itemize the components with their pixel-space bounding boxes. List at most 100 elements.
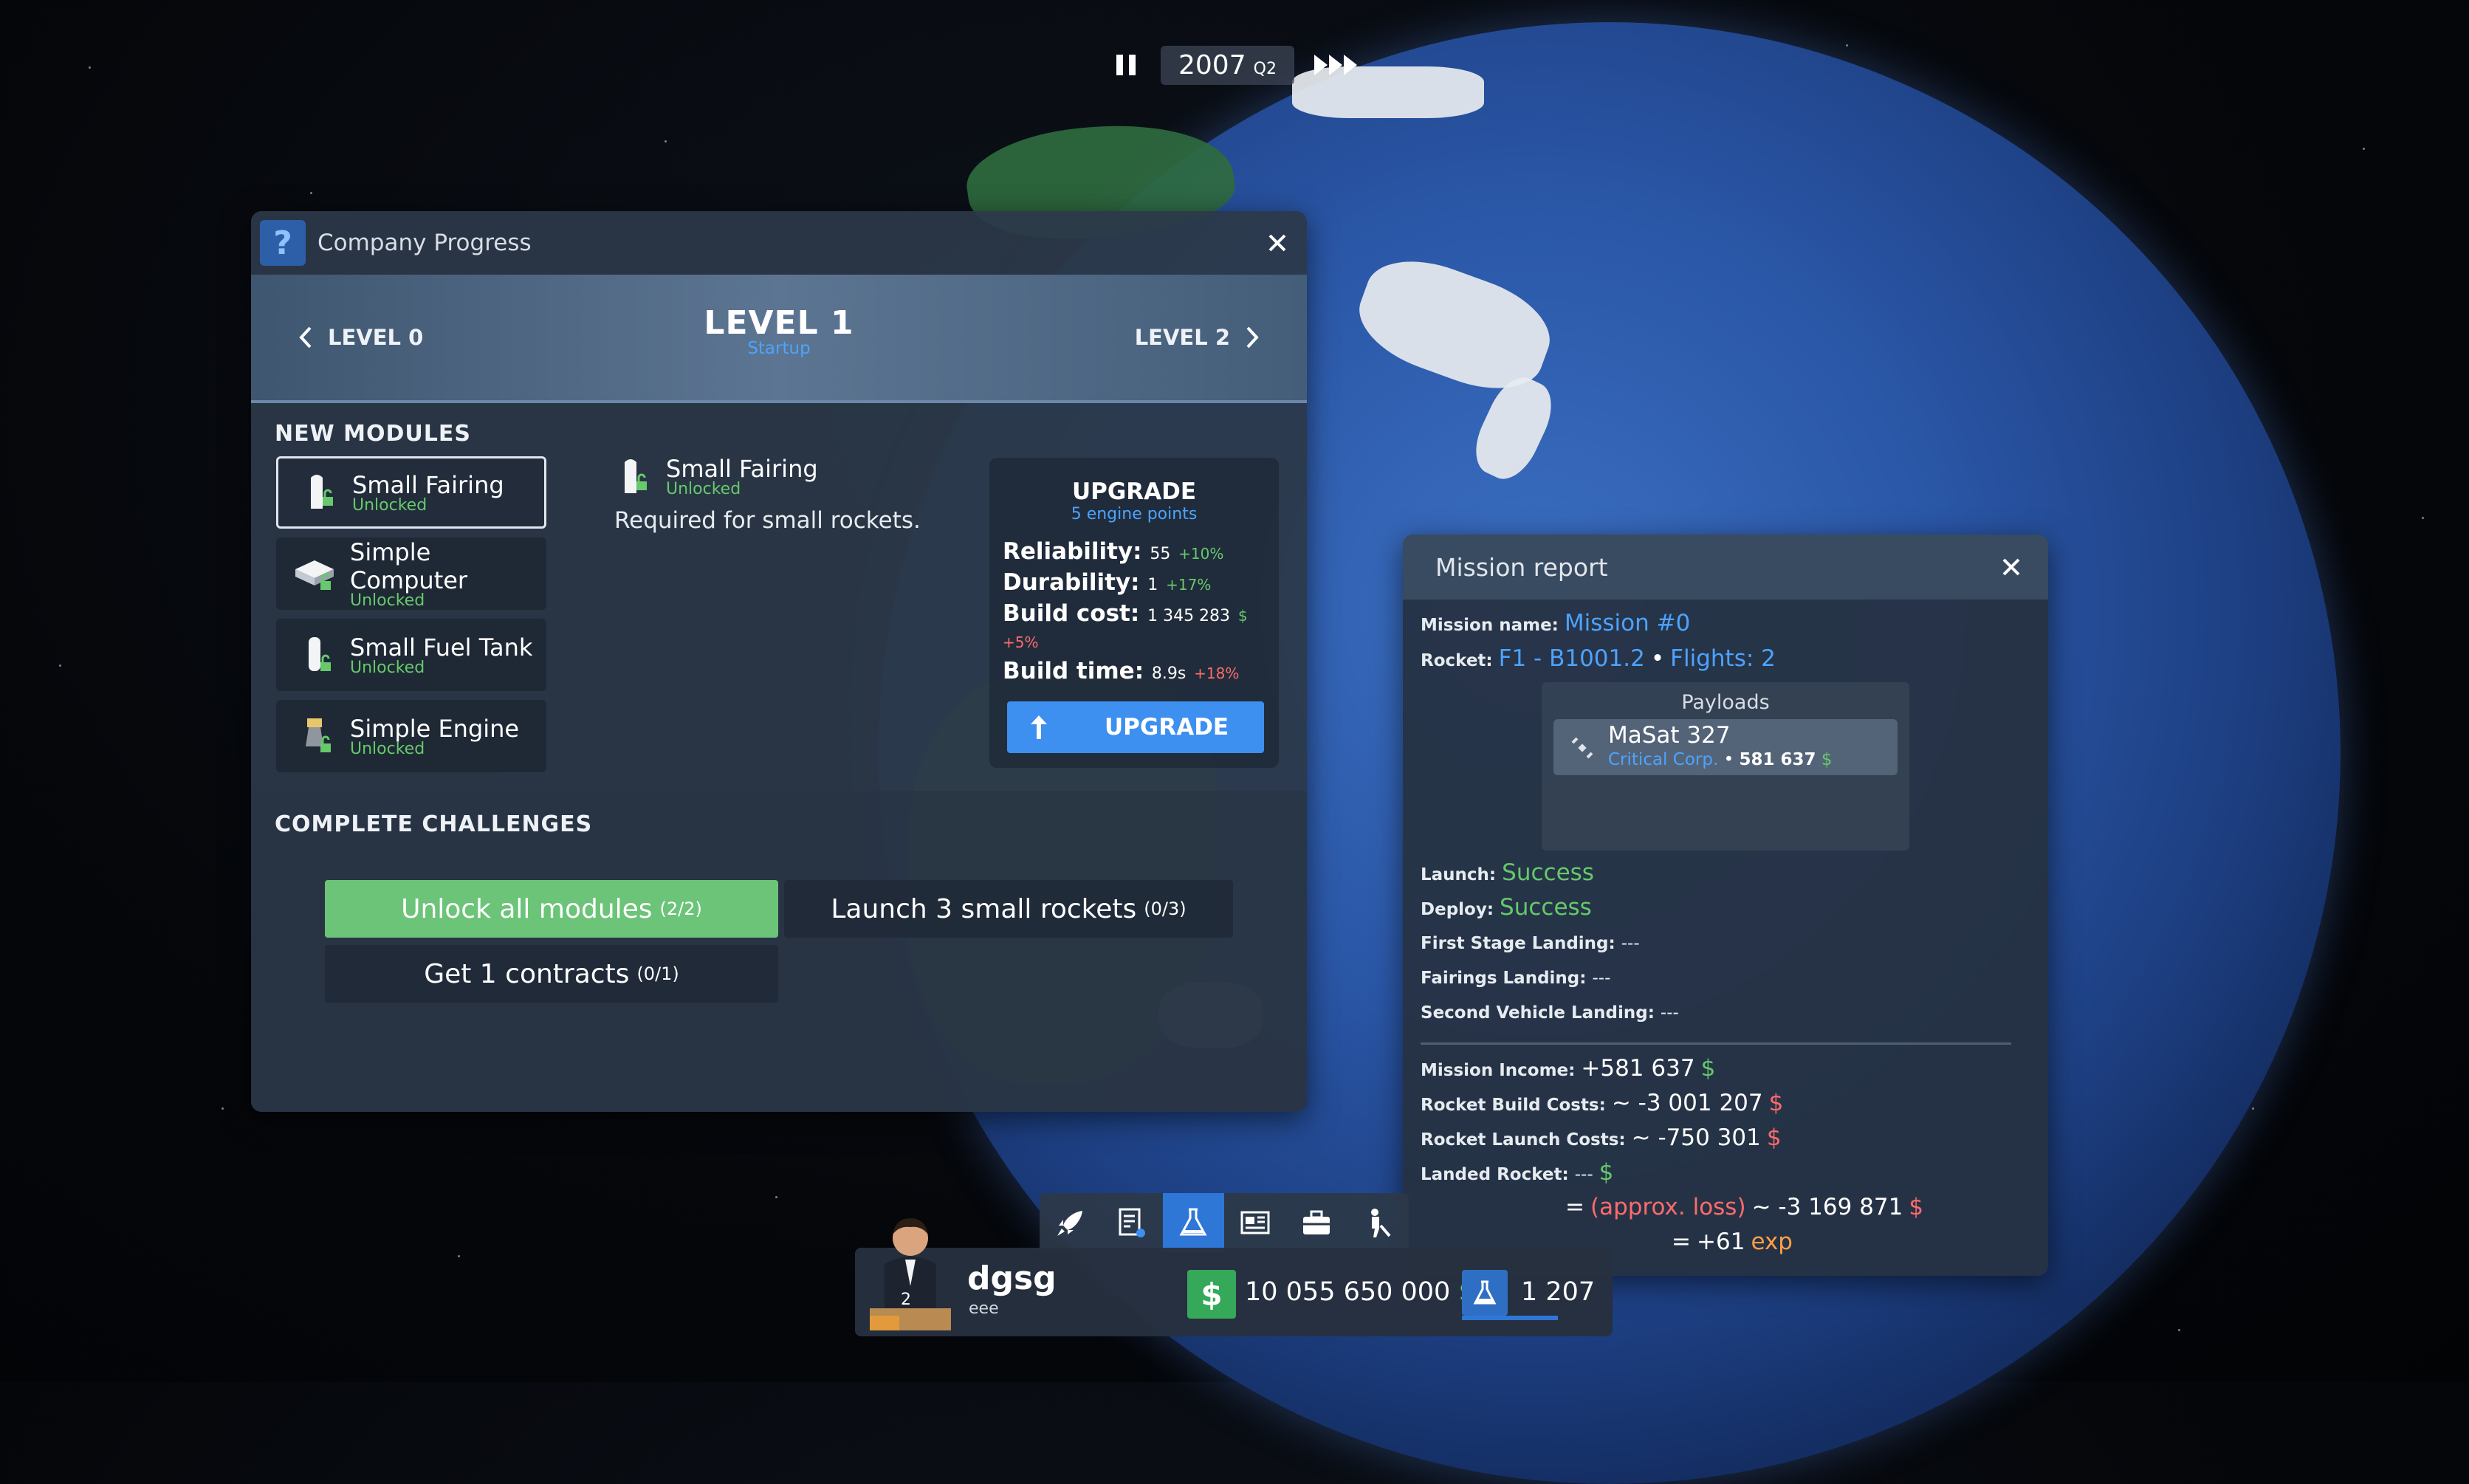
build-time-value: 8.9s bbox=[1151, 664, 1187, 683]
build-cost-currency: $ bbox=[1237, 607, 1248, 625]
year-label: 2007 bbox=[1178, 49, 1246, 80]
rocket-value: F1 - B1001.2 bbox=[1498, 645, 1645, 672]
challenge-label: Launch 3 small rockets bbox=[831, 893, 1137, 924]
quarter-label: Q2 bbox=[1253, 59, 1277, 78]
detail-name: Small Fairing bbox=[666, 455, 818, 483]
rocket-row: Rocket: F1 - B1001.2 • Flights: 2 bbox=[1421, 645, 1776, 672]
flights-value: Flights: 2 bbox=[1670, 645, 1776, 672]
new-modules-title: NEW MODULES bbox=[275, 421, 471, 447]
landed-currency: $ bbox=[1599, 1159, 1614, 1186]
durability-value: 1 bbox=[1147, 576, 1158, 594]
fuel-tank-icon bbox=[292, 633, 337, 677]
loss-row: = (approx. loss) ~ -3 169 871 $ bbox=[1565, 1194, 1923, 1220]
money-icon: $ bbox=[1187, 1270, 1236, 1319]
fairings-row: Fairings Landing: --- bbox=[1421, 969, 1610, 988]
close-button[interactable] bbox=[1996, 552, 2026, 582]
mission-name-value: Mission #0 bbox=[1564, 610, 1691, 636]
loss-label: (approx. loss) bbox=[1590, 1194, 1746, 1220]
payload-item[interactable]: MaSat 327 Critical Corp. • 581 637 $ bbox=[1553, 719, 1898, 775]
flask-icon bbox=[1179, 1208, 1207, 1236]
upgrade-button[interactable]: UPGRADE bbox=[1007, 701, 1264, 753]
module-name: Simple Engine bbox=[350, 714, 520, 743]
payloads-title: Payloads bbox=[1681, 691, 1770, 714]
fast-forward-button[interactable] bbox=[1311, 47, 1362, 83]
player-avatar[interactable]: 2 bbox=[862, 1198, 958, 1330]
deploy-row: Deploy: Success bbox=[1421, 894, 1592, 921]
briefcase-icon bbox=[1302, 1210, 1330, 1234]
challenges-title: COMPLETE CHALLENGES bbox=[275, 811, 593, 837]
close-icon bbox=[2002, 558, 2020, 576]
rocket-tool-button[interactable] bbox=[1040, 1193, 1101, 1252]
build-cost-row: Build cost: 1 345 283 $ +5% bbox=[1003, 600, 1279, 653]
deploy-label: Deploy: bbox=[1421, 900, 1494, 919]
next-level-button[interactable]: LEVEL 2 bbox=[1135, 275, 1260, 400]
launch-costs-value: ~ -750 301 bbox=[1631, 1124, 1761, 1151]
build-costs-value: ~ -3 001 207 bbox=[1611, 1090, 1763, 1116]
close-icon bbox=[1268, 234, 1286, 252]
computer-icon bbox=[292, 552, 337, 596]
launch-row: Launch: Success bbox=[1421, 859, 1594, 886]
engine-icon bbox=[292, 714, 337, 758]
challenge-launch-rockets: Launch 3 small rockets (0/3) bbox=[784, 880, 1233, 938]
next-level-label: LEVEL 2 bbox=[1134, 325, 1230, 350]
contract-edit-icon bbox=[1119, 1208, 1145, 1237]
launch-costs-currency: $ bbox=[1766, 1124, 1782, 1151]
money-display: 10 055 650 000 $ bbox=[1245, 1277, 1475, 1307]
module-item-small-fairing[interactable]: Small Fairing Unlocked bbox=[276, 456, 546, 529]
challenge-label: Unlock all modules bbox=[401, 893, 653, 924]
payload-info: Critical Corp. • 581 637 $ bbox=[1608, 750, 1833, 769]
loss-currency: $ bbox=[1909, 1194, 1924, 1220]
fairings-label: Fairings Landing: bbox=[1421, 969, 1587, 988]
level-bar: LEVEL 0 LEVEL 1 Startup LEVEL 2 bbox=[251, 275, 1307, 403]
newspaper-icon bbox=[1240, 1211, 1270, 1234]
module-item-simple-engine[interactable]: Simple Engine Unlocked bbox=[276, 700, 546, 772]
durability-delta: +17% bbox=[1166, 576, 1212, 594]
research-progress-bar bbox=[1462, 1316, 1558, 1320]
research-tool-button[interactable] bbox=[1162, 1193, 1224, 1252]
first-stage-label: First Stage Landing: bbox=[1421, 934, 1615, 953]
rocket-icon bbox=[1057, 1211, 1082, 1236]
module-item-small-fuel-tank[interactable]: Small Fuel Tank Unlocked bbox=[276, 619, 546, 691]
current-date: 2007 Q2 bbox=[1161, 45, 1294, 85]
news-tool-button[interactable] bbox=[1224, 1193, 1285, 1252]
module-name: Small Fairing bbox=[352, 470, 504, 499]
challenge-label: Get 1 contracts bbox=[424, 958, 630, 989]
module-item-simple-computer[interactable]: Simple Computer Unlocked bbox=[276, 537, 546, 610]
rocket-label: Rocket: bbox=[1421, 651, 1493, 670]
research-points-icon bbox=[1462, 1270, 1508, 1316]
build-cost-delta: +5% bbox=[1003, 633, 1039, 651]
panel-title: Company Progress bbox=[317, 230, 532, 256]
player-name: dgsg bbox=[967, 1260, 1057, 1297]
payload-value: 581 637 bbox=[1739, 750, 1816, 769]
contracts-tool-button[interactable] bbox=[1101, 1193, 1162, 1252]
payload-name: MaSat 327 bbox=[1608, 722, 1731, 749]
upgrade-arrow-icon bbox=[1031, 715, 1047, 739]
business-tool-button[interactable] bbox=[1285, 1193, 1347, 1252]
exp-label: exp bbox=[1751, 1229, 1793, 1255]
divider bbox=[1421, 1042, 2011, 1045]
loss-value: ~ -3 169 871 bbox=[1751, 1194, 1903, 1220]
challenges-area: COMPLETE CHALLENGES Unlock all modules (… bbox=[251, 791, 1307, 1112]
player-rank: 2 bbox=[901, 1291, 911, 1309]
first-stage-row: First Stage Landing: --- bbox=[1421, 934, 1640, 953]
reliability-label: Reliability: bbox=[1003, 538, 1142, 565]
deploy-value: Success bbox=[1500, 894, 1592, 921]
launch-value: Success bbox=[1502, 859, 1594, 886]
challenge-progress: (2/2) bbox=[659, 899, 702, 919]
help-button[interactable]: ? bbox=[260, 220, 306, 266]
close-button[interactable] bbox=[1263, 228, 1292, 258]
challenge-unlock-modules: Unlock all modules (2/2) bbox=[325, 880, 778, 938]
build-time-delta: +18% bbox=[1194, 664, 1240, 682]
income-label: Mission Income: bbox=[1421, 1061, 1576, 1080]
exp-prefix: = bbox=[1672, 1229, 1691, 1255]
reliability-row: Reliability: 55 +10% bbox=[1003, 538, 1279, 565]
upgrade-subtitle: 5 engine points bbox=[1071, 505, 1198, 523]
pause-button[interactable] bbox=[1108, 47, 1144, 83]
satellite-icon bbox=[1571, 737, 1593, 759]
module-name: Simple Computer bbox=[350, 537, 468, 594]
first-stage-value: --- bbox=[1621, 934, 1640, 953]
flask-icon bbox=[1473, 1280, 1497, 1305]
staff-tool-button[interactable] bbox=[1347, 1193, 1409, 1252]
payloads-box: Payloads MaSat 327 Critical Corp. • 581 … bbox=[1542, 682, 1909, 851]
launch-costs-row: Rocket Launch Costs: ~ -750 301 $ bbox=[1421, 1124, 1782, 1151]
